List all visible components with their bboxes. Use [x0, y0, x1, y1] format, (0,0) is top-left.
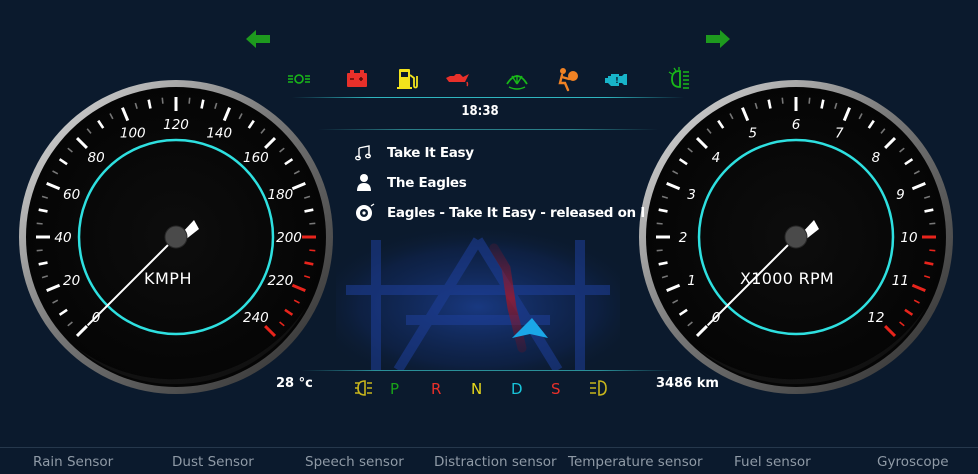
speedometer-tick: [36, 249, 43, 252]
top-divider: [292, 97, 684, 98]
speedometer-tick-label: 240: [243, 310, 269, 326]
outside-temperature: 28 °c: [276, 376, 313, 391]
speedometer-tick-label: 80: [88, 150, 105, 166]
parking-lights-icon: [288, 74, 310, 84]
oil-pressure-icon: [446, 74, 469, 87]
engine-check-icon: !: [605, 74, 627, 86]
speedometer-tick: [309, 249, 316, 252]
speedometer-tick-label: 160: [243, 150, 269, 166]
person-icon: [357, 174, 371, 191]
warning-lights-row: !: [282, 66, 700, 92]
tachometer-tick: [924, 208, 934, 213]
battery-warning-icon: [347, 70, 367, 87]
gear-d[interactable]: D: [511, 380, 523, 398]
tachometer-tick-label: 12: [867, 310, 884, 326]
speedometer-needle-hub: [164, 225, 188, 249]
svg-text:!: !: [615, 76, 619, 85]
speedometer-tick: [147, 99, 152, 109]
tachometer-tick-label: 8: [872, 150, 881, 166]
speedometer-tick: [200, 99, 205, 109]
sensor-bar: Rain Sensor Dust Sensor Speech sensor Di…: [0, 454, 978, 474]
high-beam-icon: [590, 380, 607, 396]
sensor-fuel[interactable]: Fuel sensor: [734, 454, 811, 470]
speedometer-tick-label: 220: [268, 273, 294, 289]
tachometer-tick-label: 7: [835, 126, 844, 142]
speedometer-tick-label: 180: [268, 187, 294, 203]
gear-indicator-row: P R N D S: [350, 378, 612, 400]
sensor-speech[interactable]: Speech sensor: [305, 454, 404, 470]
tachometer-needle-hub: [784, 225, 808, 249]
music-note-icon: [355, 145, 371, 161]
speedometer-tick: [304, 261, 314, 266]
tachometer-tick: [656, 222, 663, 225]
media-artist-row[interactable]: The Eagles: [354, 172, 467, 194]
song-title: Take It Easy: [387, 145, 474, 161]
speedometer-tick-label: 20: [63, 273, 80, 289]
tachometer-tick-label: 10: [900, 230, 917, 246]
artist-name: The Eagles: [387, 175, 467, 191]
washer-fluid-icon: [506, 75, 528, 90]
speedometer-tick: [304, 208, 314, 213]
sensor-rain[interactable]: Rain Sensor: [33, 454, 113, 470]
speedometer-tick-label: 120: [163, 117, 189, 133]
clock-time: 18:38: [461, 104, 499, 119]
gear-s[interactable]: S: [551, 380, 561, 398]
tachometer-tick-label: 6: [792, 117, 801, 133]
speedometer-tick-label: 200: [276, 230, 302, 246]
tachometer-tick: [929, 222, 936, 225]
left-turn-arrow-icon: [246, 30, 270, 48]
speedometer-tick-label: 140: [206, 126, 232, 142]
speedometer-unit-label: KMPH: [144, 269, 192, 288]
tachometer-tick-label: 11: [892, 273, 909, 289]
sensor-gyroscope[interactable]: Gyroscope: [877, 454, 949, 470]
tachometer-tick-label: 1: [687, 273, 696, 289]
speedometer-tick-label: 100: [120, 126, 146, 142]
tachometer-tick: [924, 261, 934, 266]
tachometer-tick-label: 2: [679, 230, 688, 246]
tachometer-tick-label: 9: [896, 187, 905, 203]
fog-light-icon: [355, 380, 372, 396]
gear-n[interactable]: N: [471, 380, 482, 398]
sensor-temperature[interactable]: Temperature sensor: [568, 454, 703, 470]
speedometer-tick: [38, 208, 48, 213]
gear-r[interactable]: R: [431, 380, 441, 398]
sensor-bar-divider: [0, 447, 978, 448]
tachometer-tick: [656, 249, 663, 252]
speedometer-tick-label: 40: [54, 230, 71, 246]
fuel-icon: [397, 69, 418, 89]
tachometer-tick: [820, 99, 825, 109]
tachometer-tick-label: 3: [687, 187, 696, 203]
tachometer-tick: [781, 97, 784, 104]
disc-icon: [356, 203, 375, 221]
speedometer-tick-label: 60: [63, 187, 80, 203]
tachometer-tick: [929, 249, 936, 252]
speedometer: 020406080100120140160180200220240 KMPH: [16, 77, 336, 397]
right-turn-arrow-icon: [706, 30, 730, 48]
headlight-icon: [668, 67, 689, 89]
airbag-icon: [558, 68, 578, 92]
tachometer-tick: [767, 99, 772, 109]
tachometer-tick: [658, 261, 668, 266]
speedometer-tick: [38, 261, 48, 266]
time-divider: [318, 129, 658, 130]
speedometer-tick: [188, 97, 191, 104]
speedometer-tick: [309, 222, 316, 225]
speedometer-tick: [161, 97, 164, 104]
media-song-row[interactable]: Take It Easy: [354, 142, 474, 164]
bottom-divider: [300, 370, 676, 371]
tachometer-tick-label: 4: [712, 150, 721, 166]
tachometer-unit-label: X1000 RPM: [740, 269, 835, 288]
tachometer: 0123456789101112 X1000 RPM: [636, 77, 956, 397]
media-album-row[interactable]: Eagles - Take It Easy - released on I: [354, 202, 645, 224]
tachometer-tick: [658, 208, 668, 213]
speedometer-tick: [36, 222, 43, 225]
sensor-dust[interactable]: Dust Sensor: [172, 454, 254, 470]
tachometer-tick-label: 5: [748, 126, 757, 142]
album-info: Eagles - Take It Easy - released on I: [387, 205, 645, 221]
tachometer-tick: [808, 97, 811, 104]
gear-p[interactable]: P: [390, 380, 399, 398]
odometer: 3486 km: [656, 376, 719, 391]
navigation-map[interactable]: [336, 230, 620, 370]
sensor-distraction[interactable]: Distraction sensor: [434, 454, 557, 470]
